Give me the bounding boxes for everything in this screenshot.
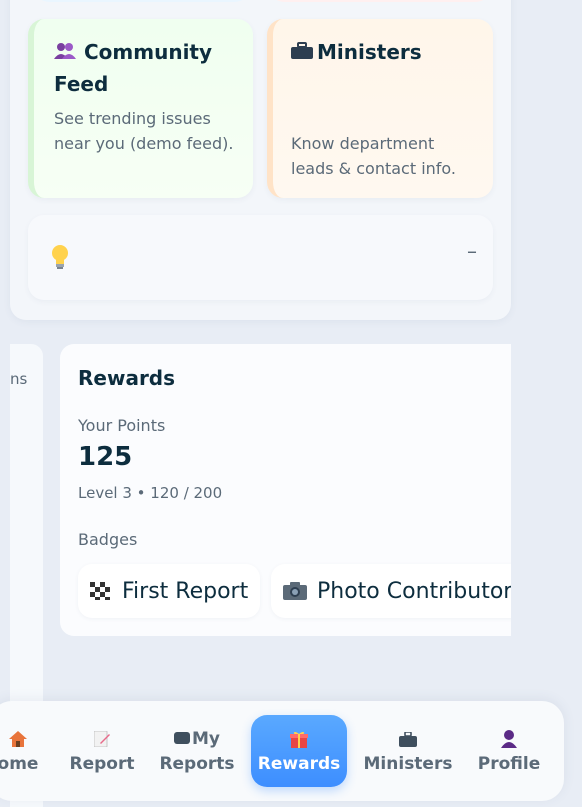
- gift-icon: [251, 727, 347, 751]
- checkered-flag-icon: [90, 582, 112, 600]
- badge-photo-contributor[interactable]: Photo Contributor: [271, 564, 511, 618]
- community-feed-title: Community Feed: [54, 37, 239, 100]
- tab-my-reports[interactable]: My Reports: [149, 715, 245, 787]
- my-reports-top: My: [174, 729, 220, 749]
- ministers-title: Ministers: [291, 37, 479, 69]
- ministers-desc: Know department leads & contact info.: [291, 134, 457, 178]
- tip-card[interactable]: –: [28, 215, 493, 300]
- badge-label: Photo Contributor: [317, 578, 511, 604]
- tag-icon: [174, 729, 190, 749]
- my-reports-header: My: [149, 727, 245, 751]
- memo-icon: [54, 727, 150, 751]
- ministers-title-text: Ministers: [317, 40, 422, 64]
- ministers-card[interactable]: Ministers Know department leads & contac…: [267, 19, 493, 198]
- community-feed-card[interactable]: Community Feed See trending issues near …: [28, 19, 253, 198]
- level-progress-text: Level 3 • 120 / 200: [78, 484, 223, 502]
- tab-report-label: Report: [69, 754, 135, 774]
- bottom-tab-bar: ome Report My Reports Rewards Ministers …: [0, 701, 564, 801]
- rewards-card: Rewards Your Points 125 Level 3 • 120 / …: [60, 344, 511, 636]
- tab-profile[interactable]: Profile: [461, 715, 557, 787]
- tab-reports-label: Reports: [159, 754, 235, 774]
- tab-profile-label: Profile: [477, 754, 541, 774]
- left-card-text: ns: [10, 370, 28, 388]
- camera-icon: [283, 582, 307, 600]
- badges-label: Badges: [78, 530, 138, 549]
- community-feed-desc: See trending issues near you (demo feed)…: [54, 109, 234, 153]
- tab-ministers[interactable]: Ministers: [360, 715, 456, 787]
- points-label: Your Points: [78, 416, 166, 435]
- tab-rewards[interactable]: Rewards: [251, 715, 347, 787]
- collapse-button[interactable]: –: [467, 239, 477, 263]
- points-value: 125: [78, 442, 133, 472]
- top-card-remnant-left[interactable]: [35, 0, 249, 2]
- tab-my-label: My: [192, 729, 220, 749]
- community-title-line2: Feed: [54, 72, 109, 96]
- badge-label: First Report: [122, 578, 249, 604]
- top-card-remnant-right[interactable]: [270, 0, 490, 2]
- badge-first-report[interactable]: First Report: [78, 564, 260, 618]
- tab-ministers-label: Ministers: [363, 754, 453, 774]
- tab-rewards-label: Rewards: [257, 754, 341, 774]
- tab-report[interactable]: Report: [54, 715, 150, 787]
- people-icon: [54, 38, 76, 69]
- lightbulb-icon: [50, 244, 70, 274]
- briefcase-icon: [360, 727, 456, 751]
- community-title-line1: Community: [84, 40, 213, 64]
- briefcase-icon: [291, 38, 313, 69]
- person-icon: [461, 727, 557, 751]
- rewards-title: Rewards: [78, 366, 176, 390]
